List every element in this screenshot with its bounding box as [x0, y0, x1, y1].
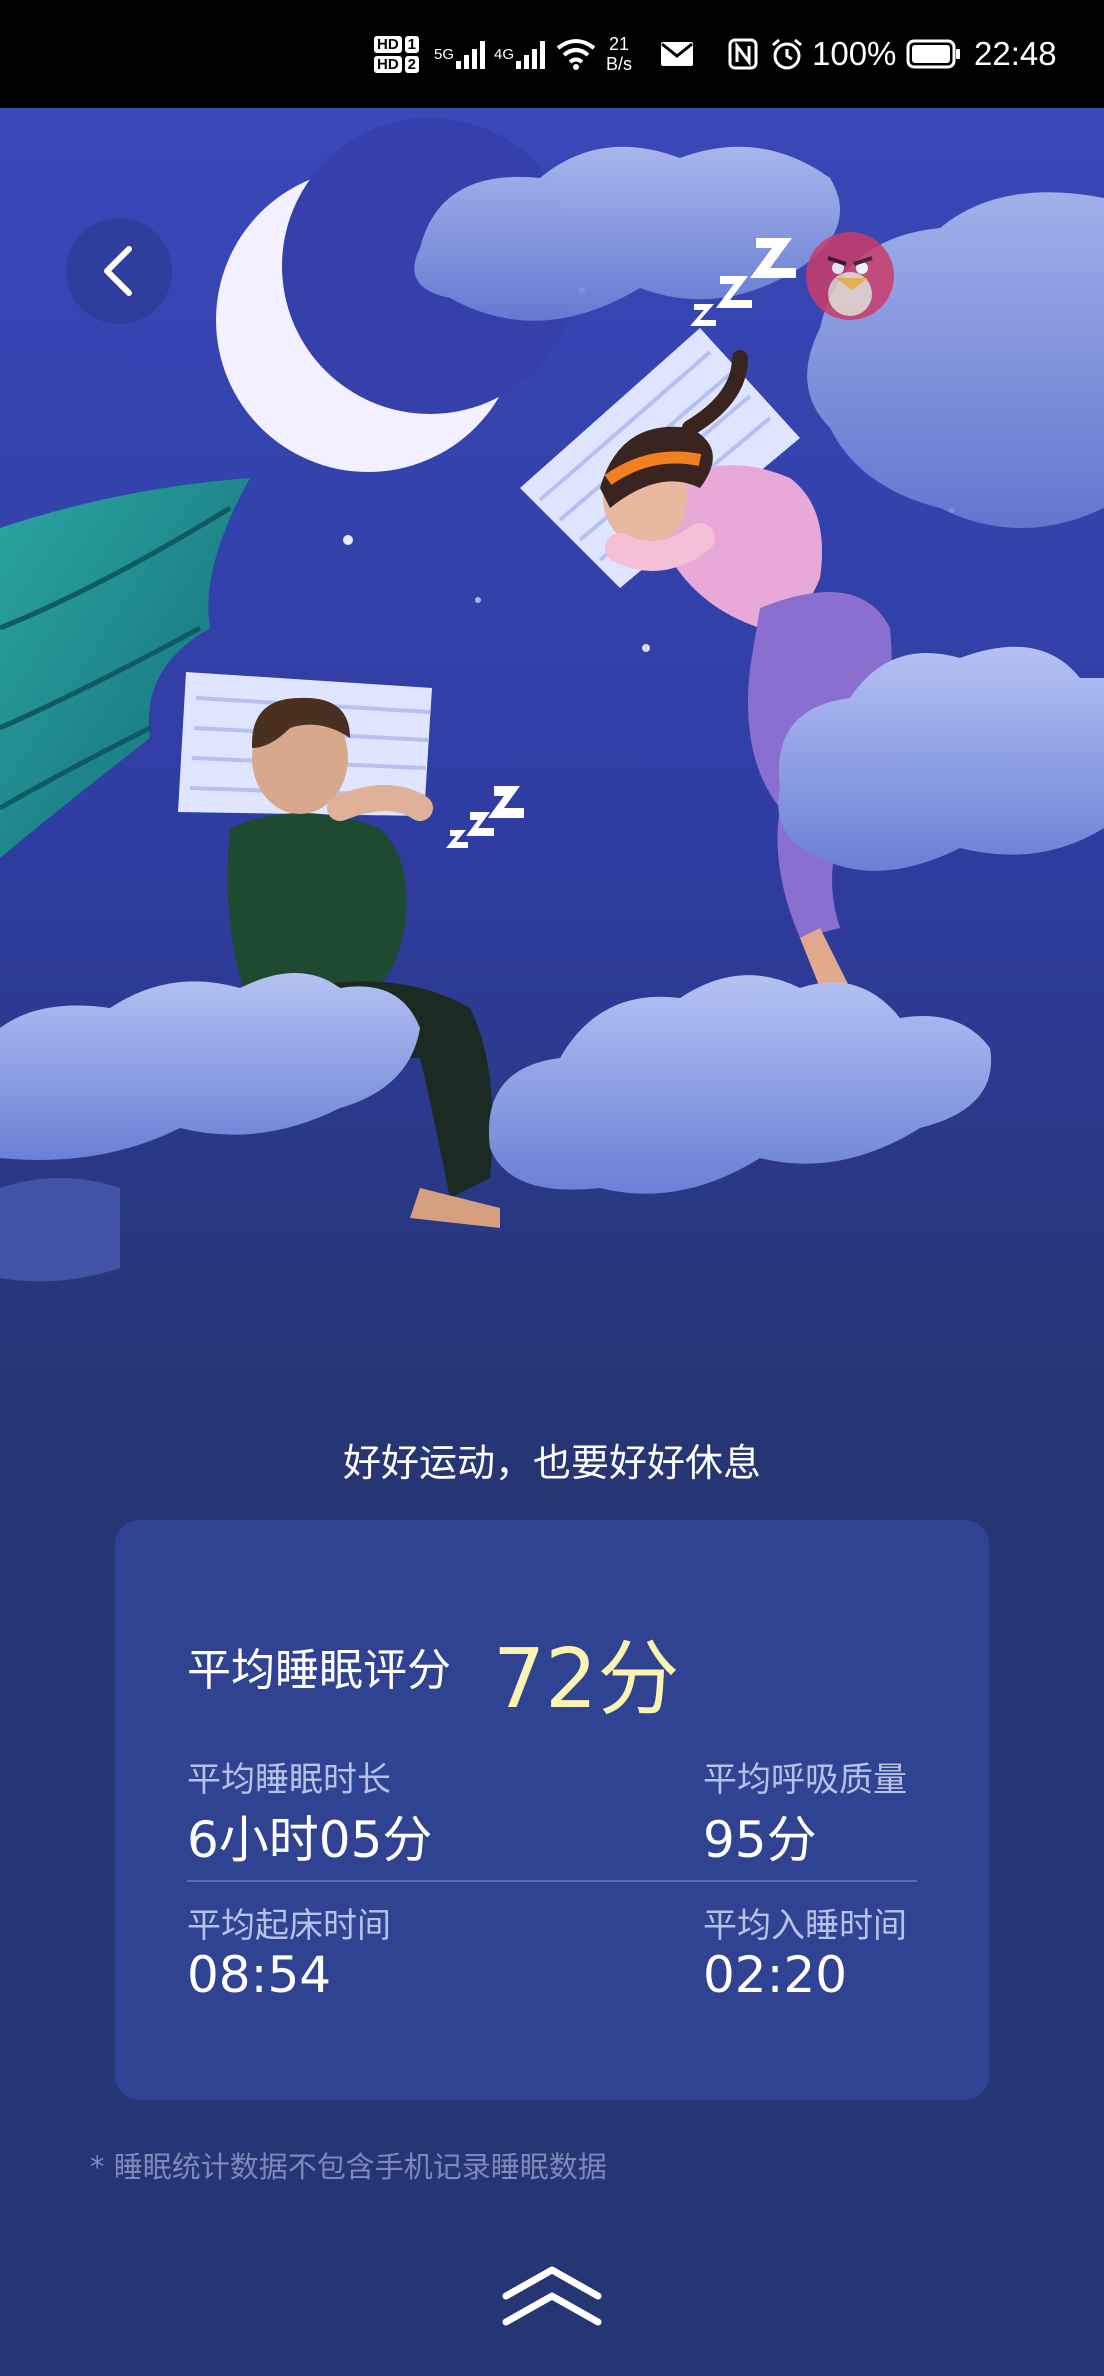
alarm-icon	[770, 0, 804, 108]
network-speed: 21 B/s	[606, 0, 632, 108]
signal-5g-icon: 5G	[434, 0, 490, 108]
angry-bird-icon	[806, 232, 894, 320]
speed-unit: B/s	[606, 54, 633, 74]
bedtime-value: 02:20	[703, 1946, 848, 2004]
status-bar: HD 1 HD 2 5G 4G 21 B/s 100% 22:48	[0, 0, 1104, 108]
battery-icon	[906, 0, 962, 108]
wake-time-label: 平均起床时间	[187, 1906, 391, 1946]
breathing-value: 95分	[703, 1811, 817, 1869]
sim2-number: 2	[404, 55, 420, 73]
duration-value: 6小时05分	[187, 1811, 433, 1869]
breathing-label: 平均呼吸质量	[703, 1760, 907, 1800]
back-button[interactable]	[66, 218, 172, 324]
sim1-badge: HD	[374, 35, 402, 53]
net1-label: 5G	[434, 46, 455, 63]
net2-label: 4G	[494, 46, 515, 63]
score-label: 平均睡眠评分	[187, 1645, 451, 1696]
mail-icon	[660, 0, 694, 108]
bedtime-label: 平均入睡时间	[703, 1906, 907, 1946]
score-value: 72分	[493, 1632, 680, 1727]
sim2-badge: HD	[374, 55, 402, 73]
signal-4g-icon: 4G	[494, 0, 550, 108]
sleep-summary-card: 平均睡眠评分 72分 平均睡眠时长 6小时05分 平均呼吸质量 95分 平均起床…	[115, 1520, 989, 2100]
nfc-icon	[728, 0, 758, 108]
back-arrow-icon	[104, 246, 132, 296]
duration-label: 平均睡眠时长	[187, 1760, 391, 1800]
battery-percent: 100%	[812, 35, 897, 72]
wifi-icon	[556, 0, 596, 108]
speed-value: 21	[608, 34, 630, 54]
sleep-illustration	[0, 108, 1104, 1400]
sim1-number: 1	[404, 35, 420, 53]
wake-time-value: 08:54	[187, 1946, 332, 2004]
sim-indicator: HD 1 HD 2	[374, 0, 420, 108]
card-divider	[187, 1880, 917, 1882]
footnote: * 睡眠统计数据不包含手机记录睡眠数据	[90, 2150, 607, 2184]
tagline: 好好运动，也要好好休息	[342, 1441, 761, 1485]
clock: 22:48	[974, 35, 1057, 72]
swipe-up-icon	[502, 2266, 602, 2326]
swipe-up-button[interactable]	[500, 2262, 604, 2332]
